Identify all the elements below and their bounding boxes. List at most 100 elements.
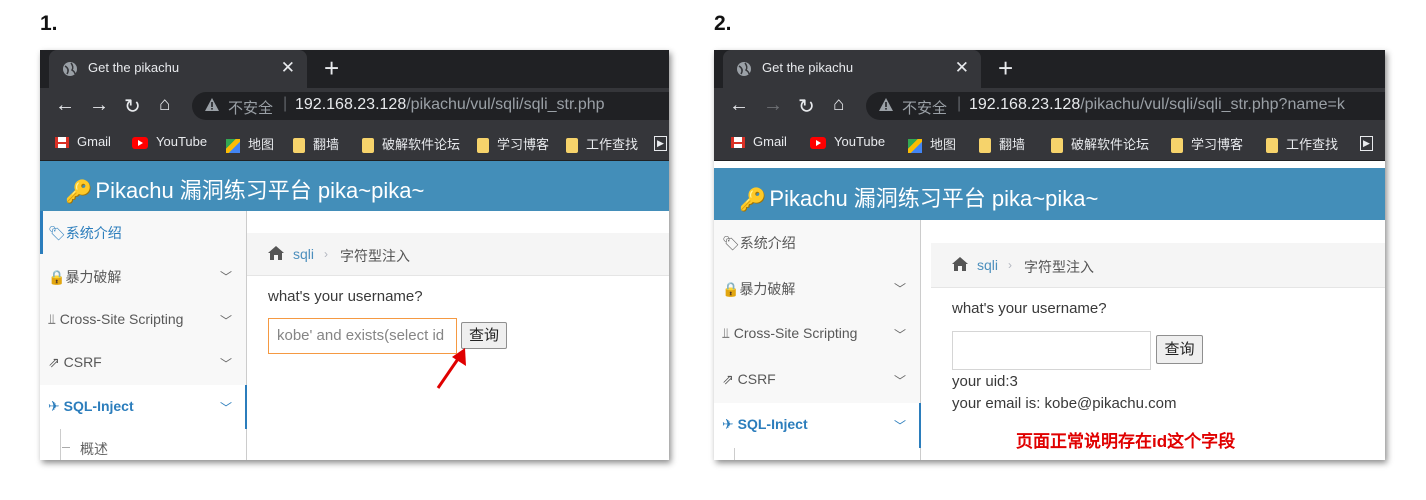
breadcrumb-separator: › — [1008, 258, 1012, 272]
back-icon[interactable]: ← — [729, 94, 749, 117]
sidebar-item-xss[interactable]: ⫫ Cross-Site Scripting ﹀ — [40, 298, 246, 343]
active-marker — [919, 403, 921, 448]
bookmark-label: 学习博客 — [1191, 137, 1244, 152]
bookmark-gmail[interactable]: Gmail — [55, 134, 111, 149]
browser-tab[interactable]: Get the pikachu ✕ — [49, 50, 307, 88]
tree-line — [60, 429, 61, 460]
new-tab-button[interactable]: + — [998, 53, 1013, 84]
breadcrumb-separator: › — [324, 247, 328, 261]
site-brand[interactable]: 🔑 Pikachu 漏洞练习平台 pika~pika~ — [65, 173, 424, 205]
lock-icon: 🔒 — [48, 269, 66, 285]
reload-icon[interactable]: ↻ — [124, 94, 141, 119]
bookmark-label: 破解软件论坛 — [382, 137, 461, 152]
chevron-down-icon: ﹀ — [893, 374, 906, 388]
bookmark-folder-cracks[interactable]: 破解软件论坛 — [362, 134, 461, 154]
bookmarks-bar: Gmail YouTube 地图 翻墙 破解软件论坛 学习博客 工作查找 ▶ — [714, 124, 1385, 161]
forward-icon[interactable]: → — [89, 94, 109, 117]
bookmark-label: 破解软件论坛 — [1071, 137, 1150, 152]
bookmark-maps[interactable]: 地图 — [908, 134, 956, 153]
sidebar-subitem-overview[interactable]: 概述 — [40, 429, 246, 460]
username-input[interactable]: kobe' and exists(select id — [268, 318, 457, 354]
forward-icon[interactable]: → — [763, 94, 783, 117]
back-icon[interactable]: ← — [55, 94, 75, 117]
bookmark-folder-jobs[interactable]: 工作查找 — [566, 134, 638, 154]
sidebar-item-sqli[interactable]: ✈ SQL-Inject ﹀ — [714, 403, 921, 449]
bookmark-more[interactable]: ▶ — [1360, 134, 1373, 151]
sidebar-item-label: 系统介绍 — [739, 235, 796, 251]
new-tab-button[interactable]: + — [324, 53, 339, 84]
breadcrumb: sqli › 字符型注入 — [931, 243, 1385, 288]
sidebar-item-csrf[interactable]: ⇗ CSRF ﹀ — [714, 357, 920, 404]
folder-icon — [566, 138, 578, 154]
key-icon: 🔑 — [65, 179, 93, 205]
address-bar[interactable]: 不安全 | 192.168.23.128/pikachu/vul/sqli/sq… — [866, 92, 1385, 120]
chevron-down-icon: ﹀ — [219, 401, 232, 415]
breadcrumb-sqli-link[interactable]: sqli — [977, 257, 998, 273]
bookmark-folder-jobs[interactable]: 工作查找 — [1266, 134, 1339, 154]
username-prompt: what's your username? — [268, 288, 423, 305]
sidebar-item-csrf[interactable]: ⇗ CSRF ﹀ — [40, 342, 246, 386]
bookmark-youtube[interactable]: YouTube — [810, 134, 885, 149]
home-icon[interactable] — [267, 245, 285, 261]
sidebar-item-intro[interactable]: 🏷系统介绍 — [40, 211, 246, 255]
url-path: /pikachu/vul/sqli/sqli_str.php?name=k — [1080, 96, 1345, 113]
bookmark-label: Gmail — [753, 134, 787, 149]
query-button[interactable]: 查询 — [1156, 335, 1203, 364]
breadcrumb-sqli-link[interactable]: sqli — [293, 246, 314, 262]
bookmark-youtube[interactable]: YouTube — [132, 134, 207, 149]
sidebar-item-label: Cross-Site Scripting — [733, 325, 858, 341]
bookmark-gmail[interactable]: Gmail — [731, 134, 787, 149]
active-marker — [245, 385, 247, 429]
tag-icon: 🏷 — [48, 225, 66, 241]
url-path: /pikachu/vul/sqli/sqli_str.php — [406, 96, 605, 113]
play-icon: ▶ — [654, 136, 667, 151]
bookmark-folder-cracks[interactable]: 破解软件论坛 — [1051, 134, 1150, 154]
youtube-icon — [810, 136, 826, 149]
site-header: 🔑 Pikachu 漏洞练习平台 pika~pika~ — [714, 168, 1385, 220]
plane-icon: ✈ — [48, 398, 60, 414]
home-icon[interactable] — [951, 256, 969, 272]
site-brand-text: Pikachu 漏洞练习平台 pika~pika~ — [95, 178, 425, 203]
key-icon: 🔑 — [739, 187, 767, 213]
bookmark-folder-blogs[interactable]: 学习博客 — [1171, 134, 1244, 154]
bookmark-folder-vpn[interactable]: 翻墙 — [979, 134, 1025, 154]
sidebar-subitem-label: 概述 — [80, 441, 108, 457]
sidebar-item-brute-force[interactable]: 🔒暴力破解 ﹀ — [714, 266, 920, 312]
address-bar[interactable]: 不安全 | 192.168.23.128/pikachu/vul/sqli/sq… — [192, 92, 669, 120]
play-icon: ▶ — [1360, 136, 1373, 151]
close-tab-icon[interactable]: ✕ — [281, 58, 295, 78]
site-brand[interactable]: 🔑 Pikachu 漏洞练习平台 pika~pika~ — [739, 181, 1098, 213]
breadcrumb-current: 字符型注入 — [340, 248, 410, 264]
bookmark-label: 工作查找 — [1286, 137, 1339, 152]
username-input[interactable] — [952, 331, 1151, 370]
bookmark-folder-vpn[interactable]: 翻墙 — [293, 134, 339, 154]
tag-icon: 🏷 — [722, 235, 740, 251]
gmail-icon — [731, 137, 745, 149]
bookmark-folder-blogs[interactable]: 学习博客 — [477, 134, 549, 154]
bookmark-label: YouTube — [834, 134, 886, 149]
sidebar-item-sqli[interactable]: ✈ SQL-Inject ﹀ — [40, 385, 247, 430]
reload-icon[interactable]: ↻ — [798, 94, 815, 119]
close-tab-icon[interactable]: ✕ — [955, 58, 969, 78]
maps-icon — [908, 138, 922, 153]
step-number-1: 1. — [40, 12, 58, 35]
bookmark-maps[interactable]: 地图 — [226, 134, 274, 153]
sidebar-item-brute-force[interactable]: 🔒暴力破解 ﹀ — [40, 254, 246, 299]
browser-tab[interactable]: Get the pikachu ✕ — [723, 50, 981, 88]
globe-icon — [737, 62, 751, 76]
url-host: 192.168.23.128 — [969, 96, 1081, 113]
sidebar-item-label: 暴力破解 — [65, 269, 122, 285]
home-icon[interactable]: ⌂ — [159, 94, 170, 116]
sidebar-item-xss[interactable]: ⫫ Cross-Site Scripting ﹀ — [714, 311, 920, 358]
tree-dash — [62, 447, 70, 448]
bookmark-more[interactable]: ▶ — [654, 134, 667, 151]
folder-icon — [1171, 138, 1183, 154]
home-icon[interactable]: ⌂ — [833, 94, 844, 116]
sidebar-subitem-overview[interactable] — [714, 448, 920, 460]
sliders-icon: ⫫ — [722, 325, 730, 341]
sidebar-item-intro[interactable]: 🏷系统介绍 — [714, 220, 920, 267]
plane-icon: ✈ — [722, 416, 734, 432]
screenshot-1: Get the pikachu ✕ + ← → ↻ ⌂ 不安全 | 192.16… — [40, 50, 669, 460]
sidebar-item-label: 系统介绍 — [65, 225, 122, 241]
sidebar-item-label: Cross-Site Scripting — [59, 311, 184, 327]
